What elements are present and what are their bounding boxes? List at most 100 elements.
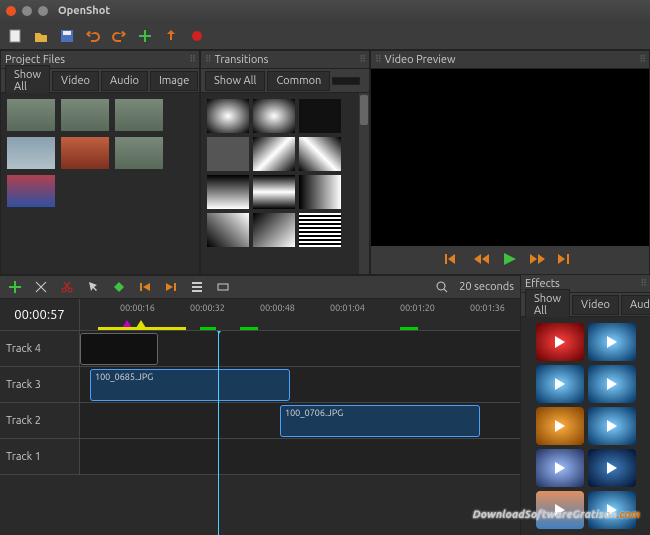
tab-audio[interactable]: Audio	[621, 295, 650, 315]
add-track-button[interactable]	[6, 278, 24, 296]
center-button[interactable]	[214, 278, 232, 296]
rewind-button[interactable]	[473, 252, 491, 268]
project-file-thumb[interactable]	[61, 99, 109, 131]
effect-thumb[interactable]	[536, 365, 584, 403]
track-body[interactable]: 100_0706.JPG	[80, 403, 520, 438]
timeline-clip[interactable]	[80, 333, 158, 365]
tab-audio[interactable]: Audio	[101, 71, 148, 91]
transition-thumb[interactable]	[253, 175, 295, 209]
project-files-body	[1, 93, 199, 274]
project-file-thumb[interactable]	[7, 175, 55, 207]
track-row: Track 3 100_0685.JPG	[0, 367, 520, 403]
list-button[interactable]	[188, 278, 206, 296]
effect-thumb[interactable]	[536, 407, 584, 445]
transition-thumb[interactable]	[299, 99, 341, 133]
track-label[interactable]: Track 1	[0, 439, 80, 474]
panel-grip-icon[interactable]: ⠿	[375, 54, 381, 65]
project-file-thumb[interactable]	[115, 99, 163, 131]
redo-button[interactable]	[110, 27, 128, 45]
track-row: Track 2 100_0706.JPG	[0, 403, 520, 439]
panel-grip-icon[interactable]: ⠿	[189, 54, 195, 65]
window-minimize-button[interactable]	[22, 6, 32, 16]
track-label[interactable]: Track 4	[0, 331, 80, 366]
ruler-tick: 00:01:04	[330, 303, 365, 313]
skip-start-button[interactable]	[445, 252, 463, 268]
project-file-thumb[interactable]	[7, 99, 55, 131]
panel-grip-icon[interactable]: ⠿	[359, 54, 365, 65]
current-timecode: 00:00:57	[14, 308, 64, 322]
scrollbar[interactable]	[359, 93, 369, 274]
track-body[interactable]	[80, 439, 520, 474]
panel-grip-icon[interactable]: ⠿	[640, 278, 646, 289]
effect-thumb[interactable]	[588, 365, 636, 403]
prev-marker-button[interactable]	[136, 278, 154, 296]
tab-common[interactable]: Common	[267, 71, 330, 91]
razor-button[interactable]	[32, 278, 50, 296]
project-file-thumb[interactable]	[115, 137, 163, 169]
save-file-button[interactable]	[58, 27, 76, 45]
panel-header: ⠿ Transitions ⠿	[201, 51, 369, 69]
ruler-ticks[interactable]: 00:00:16 00:00:32 00:00:48 00:01:04 00:0…	[80, 299, 520, 330]
new-file-button[interactable]	[6, 27, 24, 45]
timeline: 00:00:57 00:00:16 00:00:32 00:00:48 00:0…	[0, 299, 520, 535]
track-label[interactable]: Track 2	[0, 403, 80, 438]
transition-thumb[interactable]	[299, 137, 341, 171]
project-files-thumbs	[1, 93, 199, 213]
transition-thumb[interactable]	[207, 137, 249, 171]
tab-image[interactable]: Image	[150, 71, 198, 91]
marker-button[interactable]	[110, 278, 128, 296]
track-label[interactable]: Track 3	[0, 367, 80, 402]
tab-video[interactable]: Video	[572, 295, 619, 315]
tab-show-all[interactable]: Show All	[5, 65, 50, 97]
panel-grip-icon[interactable]: ⠿	[205, 54, 211, 65]
transition-thumb[interactable]	[253, 137, 295, 171]
effect-thumb[interactable]	[536, 449, 584, 487]
export-button[interactable]	[162, 27, 180, 45]
timeline-ruler[interactable]: 00:00:57 00:00:16 00:00:32 00:00:48 00:0…	[0, 299, 520, 331]
transition-thumb[interactable]	[207, 99, 249, 133]
tab-show-all[interactable]: Show All	[525, 289, 570, 321]
timeline-clip[interactable]: 100_0685.JPG	[90, 369, 290, 401]
timeline-clip[interactable]: 100_0706.JPG	[280, 405, 480, 437]
tab-blank[interactable]	[332, 77, 360, 85]
range-indicator	[400, 327, 418, 330]
project-file-thumb[interactable]	[61, 137, 109, 169]
project-files-tabs: Show All Video Audio Image	[1, 69, 199, 93]
skip-end-button[interactable]	[557, 252, 575, 268]
main-toolbar	[0, 22, 650, 50]
ruler-tick: 00:00:32	[190, 303, 225, 313]
transition-thumb[interactable]	[207, 213, 249, 247]
effect-thumb[interactable]	[588, 323, 636, 361]
tab-show-all[interactable]: Show All	[205, 71, 265, 91]
scrollbar-thumb[interactable]	[360, 95, 368, 125]
play-button[interactable]	[501, 252, 519, 268]
undo-button[interactable]	[84, 27, 102, 45]
window-maximize-button[interactable]	[38, 6, 48, 16]
project-file-thumb[interactable]	[7, 137, 55, 169]
transition-thumb[interactable]	[253, 213, 295, 247]
effect-thumb[interactable]	[588, 407, 636, 445]
selection-button[interactable]	[84, 278, 102, 296]
effect-thumb[interactable]	[536, 323, 584, 361]
cut-button[interactable]	[58, 278, 76, 296]
record-button[interactable]	[188, 27, 206, 45]
tab-video[interactable]: Video	[52, 71, 99, 91]
video-preview-area[interactable]	[371, 69, 649, 246]
transition-thumb[interactable]	[299, 213, 341, 247]
effect-thumb[interactable]	[588, 449, 636, 487]
video-preview-panel: ⠿ Video Preview ⠿	[370, 50, 650, 275]
transition-thumb[interactable]	[207, 175, 249, 209]
upper-panels: Project Files ⠿ Show All Video Audio Ima…	[0, 50, 650, 275]
add-file-button[interactable]	[136, 27, 154, 45]
fast-forward-button[interactable]	[529, 252, 547, 268]
transition-thumb[interactable]	[253, 99, 295, 133]
track-body[interactable]	[80, 331, 520, 366]
next-marker-button[interactable]	[162, 278, 180, 296]
panel-grip-icon[interactable]: ⠿	[639, 54, 645, 65]
open-file-button[interactable]	[32, 27, 50, 45]
window-close-button[interactable]	[6, 6, 16, 16]
track-body[interactable]: 100_0685.JPG	[80, 367, 520, 402]
transition-thumb[interactable]	[299, 175, 341, 209]
playhead[interactable]	[218, 331, 219, 535]
transitions-panel: ⠿ Transitions ⠿ Show All Common	[200, 50, 370, 275]
